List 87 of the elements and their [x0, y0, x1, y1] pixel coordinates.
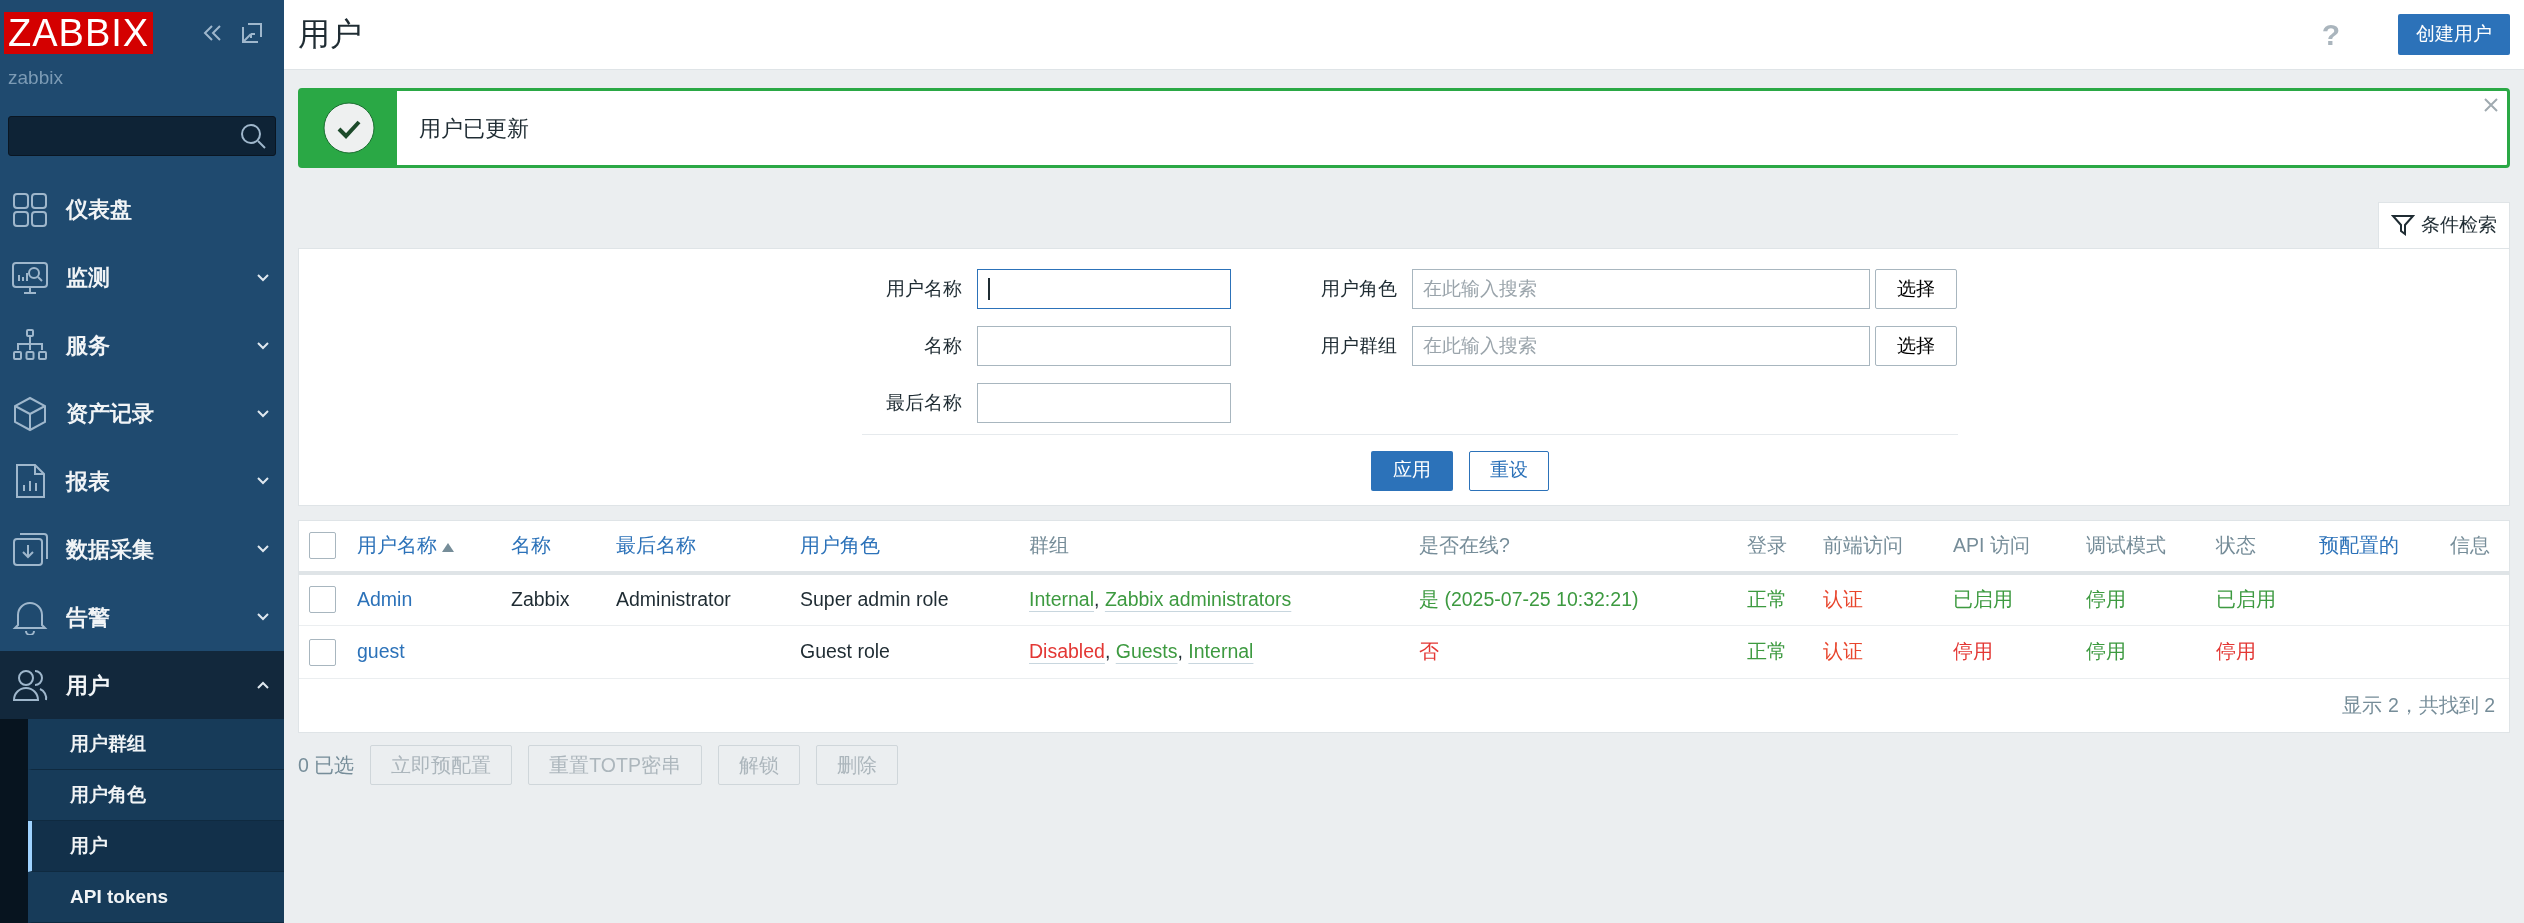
column-header: 前端访问 [1823, 533, 1903, 556]
status-text: 正常 [1747, 640, 1787, 663]
column-header: 信息 [2450, 533, 2490, 556]
separator: , [1177, 640, 1183, 663]
select-button[interactable]: 选择 [1875, 326, 1957, 366]
menu-item[interactable]: 用户 [0, 651, 284, 720]
bell-icon [12, 599, 48, 636]
column-header: 是否在线? [1419, 533, 1510, 556]
field-label: 用户群组 [1320, 333, 1398, 358]
input-field[interactable]: 在此输入搜索 [1412, 269, 1870, 309]
group-link[interactable]: Zabbix administrators [1104, 588, 1292, 611]
tray-icon [12, 531, 48, 568]
separator: , [1094, 588, 1100, 611]
field-label: 名称 [923, 333, 963, 358]
table-cell: Zabbix [511, 588, 570, 611]
message-text: 用户已更新 [418, 114, 529, 143]
column-header[interactable]: 用户角色 [800, 533, 880, 556]
apply-button[interactable]: 应用 [1371, 450, 1453, 491]
username-link[interactable]: guest [357, 640, 405, 663]
status-text: 停用 [2086, 640, 2126, 663]
status-text: 已启用 [1953, 588, 2013, 611]
status-text: 认证 [1823, 640, 1863, 663]
menu-item[interactable]: 资产记录 [0, 379, 284, 448]
menu-item[interactable]: 仪表盘 [0, 175, 284, 244]
table-cell: Super admin role [800, 588, 949, 611]
table-cell: Administrator [616, 588, 731, 611]
checkbox[interactable] [309, 532, 336, 559]
menu-item[interactable]: 报表 [0, 447, 284, 516]
column-header: 登录 [1747, 533, 1787, 556]
input-field[interactable]: 在此输入搜索 [1412, 326, 1870, 366]
table-cell: Guest role [800, 640, 890, 663]
column-header[interactable]: 预配置的 [2319, 533, 2399, 556]
grid-icon [12, 191, 48, 228]
filter-tab[interactable]: 条件检索 [2378, 202, 2510, 248]
field-label: 最后名称 [885, 390, 963, 415]
status-text: 停用 [1953, 640, 1993, 663]
cube-icon [12, 395, 48, 432]
search-icon[interactable] [239, 121, 267, 150]
column-header[interactable]: 用户名称 [357, 533, 455, 556]
expand-icon[interactable] [240, 21, 264, 45]
column-header: API 访问 [1953, 533, 2030, 556]
field-label: 用户名称 [885, 276, 963, 301]
field-label: 用户角色 [1320, 276, 1398, 301]
filter-icon [2391, 213, 2415, 238]
result-count: 显示 2，共找到 2 [2341, 693, 2496, 718]
monitor-icon [12, 259, 48, 296]
input-field[interactable] [977, 269, 1231, 309]
column-header[interactable]: 名称 [511, 533, 551, 556]
select-button[interactable]: 选择 [1875, 269, 1957, 309]
create-user-button[interactable]: 创建用户 [2398, 14, 2510, 55]
page-title: 用户 [298, 15, 363, 54]
checkbox[interactable] [309, 638, 336, 666]
username-link[interactable]: Admin [357, 588, 413, 611]
column-header: 调试模式 [2086, 533, 2166, 556]
group-link[interactable]: Disabled [1029, 640, 1105, 663]
submenu-item[interactable]: API tokens [28, 872, 284, 923]
group-link[interactable]: Internal [1029, 588, 1095, 611]
menu-item[interactable]: 监测 [0, 243, 284, 312]
column-header: 状态 [2216, 533, 2256, 556]
input-field[interactable] [977, 383, 1231, 423]
input-field[interactable] [977, 326, 1231, 366]
menu-item[interactable]: 告警 [0, 583, 284, 652]
status-text: 已启用 [2216, 588, 2276, 611]
menu-item[interactable]: 数据采集 [0, 515, 284, 584]
status-text: 是 (2025-07-25 10:32:21) [1419, 588, 1639, 611]
submenu-item[interactable]: 用户 [28, 821, 284, 873]
check-icon [321, 100, 377, 156]
menu-item[interactable]: 服务 [0, 311, 284, 380]
selected-count: 0 已选 [298, 752, 355, 778]
column-header[interactable]: 最后名称 [616, 533, 696, 556]
column-header: 群组 [1029, 533, 1069, 556]
group-link[interactable]: Guests [1115, 640, 1178, 663]
checkbox[interactable] [309, 586, 336, 614]
status-text: 停用 [2086, 588, 2126, 611]
logo[interactable]: ZABBIX [4, 12, 154, 54]
reset-button[interactable]: 重设 [1469, 450, 1549, 491]
status-text: 否 [1419, 640, 1439, 663]
search-field[interactable] [8, 116, 276, 156]
server-name: zabbix [7, 66, 64, 90]
status-text: 认证 [1823, 588, 1863, 611]
close-icon[interactable] [2483, 97, 2499, 113]
group-link[interactable]: Internal [1188, 640, 1254, 663]
separator: , [1104, 640, 1111, 663]
status-text: 停用 [2216, 640, 2256, 663]
users-icon [12, 667, 48, 704]
submenu-item[interactable]: 用户群组 [28, 719, 284, 771]
status-text: 正常 [1747, 588, 1787, 611]
